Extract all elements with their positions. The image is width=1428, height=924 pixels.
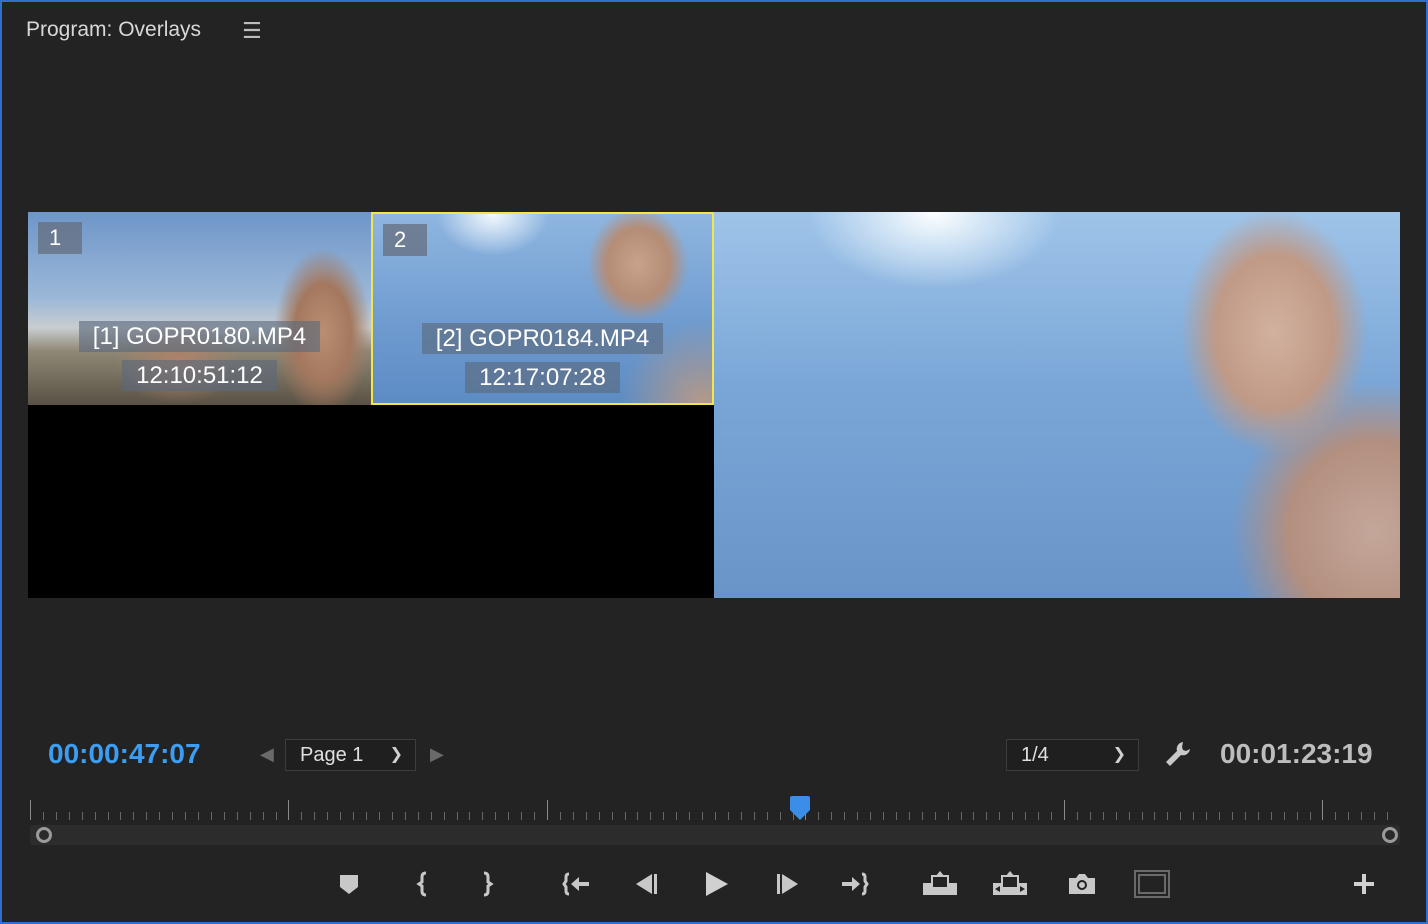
playback-resolution-dropdown[interactable]: 1/4 ❯ [1006, 739, 1139, 771]
program-monitor-panel: Program: Overlays ☰ 1 [1] GOPR0180.MP4 1… [0, 0, 1428, 924]
time-ruler[interactable] [30, 798, 1400, 820]
chevron-down-icon: ❯ [1112, 746, 1126, 763]
duration-timecode: 00:01:23:19 [1220, 738, 1373, 769]
zoom-handle-left[interactable] [36, 827, 52, 843]
step-back-icon [636, 874, 657, 894]
go-to-out-button[interactable] [836, 866, 872, 902]
go-to-out-icon [842, 872, 869, 896]
page-dropdown[interactable]: Page 1 ❯ [285, 739, 416, 771]
camera-clip-name: [2] GOPR0184.MP4 [373, 323, 712, 354]
camera-angle-2[interactable]: 2 [2] GOPR0184.MP4 12:17:07:28 [371, 212, 714, 405]
program-viewer[interactable]: 1 [1] GOPR0180.MP4 12:10:51:12 2 [2] GOP… [28, 212, 1400, 598]
lift-button[interactable] [922, 866, 958, 902]
step-forward-button[interactable] [770, 866, 806, 902]
marker-icon [340, 875, 358, 894]
go-to-in-button[interactable] [559, 866, 595, 902]
resolution-value: 1/4 [1021, 744, 1049, 766]
play-icon [706, 872, 728, 896]
step-forward-icon [777, 874, 798, 894]
extract-button[interactable] [992, 866, 1028, 902]
step-back-button[interactable] [628, 866, 664, 902]
camera-number-label: 1 [38, 222, 82, 254]
zoom-handle-right[interactable] [1382, 827, 1398, 843]
program-output-frame [714, 212, 1400, 598]
add-marker-button[interactable] [331, 866, 367, 902]
zoom-scroll-bar[interactable] [30, 825, 1400, 845]
playhead[interactable] [789, 796, 811, 820]
multicam-grid: 1 [1] GOPR0180.MP4 12:10:51:12 2 [2] GOP… [28, 212, 714, 598]
wrench-settings-icon[interactable] [1162, 738, 1194, 770]
panel-title[interactable]: Program: Overlays [26, 18, 201, 42]
mark-in-button[interactable] [405, 866, 441, 902]
camera-timecode: 12:10:51:12 [28, 360, 371, 391]
camera-icon [1069, 874, 1095, 894]
lift-icon [923, 871, 957, 895]
play-button[interactable] [698, 866, 734, 902]
mark-in-icon [416, 871, 427, 897]
export-frame-button[interactable] [1064, 866, 1100, 902]
camera-number-label: 2 [383, 224, 427, 256]
extract-icon [993, 871, 1027, 895]
next-page-icon[interactable]: ▶ [430, 744, 444, 765]
chevron-down-icon: ❯ [389, 746, 403, 763]
button-editor-button[interactable] [1346, 866, 1382, 902]
camera-timecode: 12:17:07:28 [373, 362, 712, 393]
page-dropdown-value: Page 1 [300, 744, 364, 766]
current-timecode[interactable]: 00:00:47:07 [48, 738, 201, 770]
go-to-in-icon [562, 872, 589, 896]
camera-angle-1[interactable]: 1 [1] GOPR0180.MP4 12:10:51:12 [28, 212, 371, 405]
mark-out-button[interactable] [469, 866, 505, 902]
mark-out-icon [483, 871, 494, 897]
hamburger-menu-icon[interactable]: ☰ [242, 18, 262, 44]
frame-icon [1134, 870, 1170, 898]
plus-icon [1354, 874, 1374, 894]
toggle-proxy-button[interactable] [1134, 866, 1170, 902]
camera-clip-name: [1] GOPR0180.MP4 [28, 321, 371, 352]
previous-page-icon[interactable]: ◀ [260, 744, 274, 765]
